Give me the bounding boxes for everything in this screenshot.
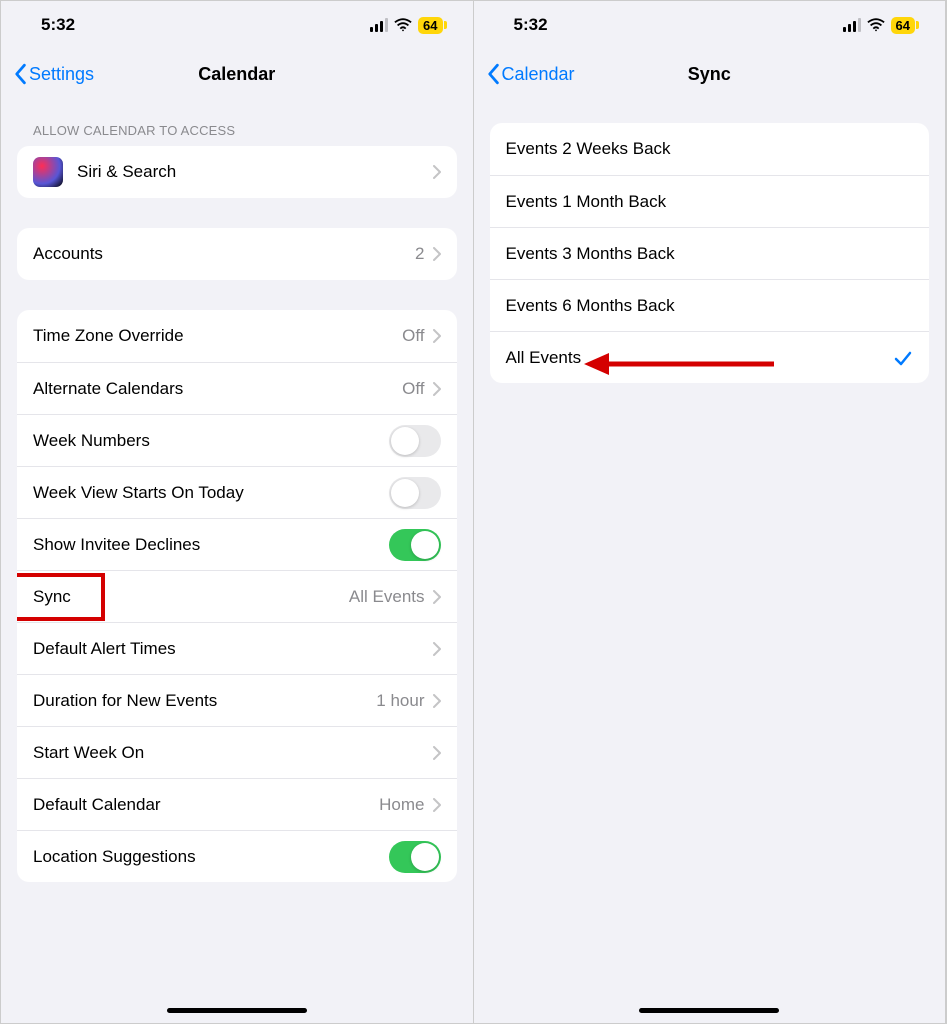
status-icons: 64 bbox=[370, 17, 442, 34]
chevron-right-icon bbox=[433, 165, 441, 179]
siri-search-row[interactable]: Siri & Search bbox=[17, 146, 457, 198]
wifi-icon bbox=[394, 18, 412, 32]
chevron-right-icon bbox=[433, 746, 441, 760]
calendar-options-group: Time Zone Override Off Alternate Calenda… bbox=[17, 310, 457, 882]
cellular-icon bbox=[370, 18, 388, 32]
siri-icon bbox=[33, 157, 63, 187]
back-label: Calendar bbox=[502, 64, 575, 85]
start-week-on-row[interactable]: Start Week On bbox=[17, 726, 457, 778]
sync-content: Events 2 Weeks Back Events 1 Month Back … bbox=[474, 99, 946, 1023]
chevron-right-icon bbox=[433, 382, 441, 396]
duration-new-events-row[interactable]: Duration for New Events 1 hour bbox=[17, 674, 457, 726]
home-indicator[interactable] bbox=[167, 1008, 307, 1013]
back-label: Settings bbox=[29, 64, 94, 85]
battery-icon: 64 bbox=[418, 17, 442, 34]
accounts-label: Accounts bbox=[33, 244, 415, 264]
accounts-value: 2 bbox=[415, 244, 424, 264]
chevron-right-icon bbox=[433, 329, 441, 343]
location-suggestions-row[interactable]: Location Suggestions bbox=[17, 830, 457, 882]
access-group: Siri & Search bbox=[17, 146, 457, 198]
accounts-group: Accounts 2 bbox=[17, 228, 457, 280]
week-view-starts-toggle[interactable] bbox=[389, 477, 441, 509]
access-header: ALLOW CALENDAR TO ACCESS bbox=[17, 99, 457, 146]
back-button[interactable]: Calendar bbox=[486, 63, 575, 85]
sync-settings-screen: 5:32 64 Calendar Sync Events 2 Weeks Bac… bbox=[474, 1, 947, 1023]
checkmark-icon bbox=[893, 348, 913, 368]
status-icons: 64 bbox=[843, 17, 915, 34]
invitee-declines-toggle[interactable] bbox=[389, 529, 441, 561]
cellular-icon bbox=[843, 18, 861, 32]
chevron-right-icon bbox=[433, 694, 441, 708]
status-bar: 5:32 64 bbox=[474, 1, 946, 49]
wifi-icon bbox=[867, 18, 885, 32]
status-time: 5:32 bbox=[514, 15, 548, 35]
sync-option-2weeks[interactable]: Events 2 Weeks Back bbox=[490, 123, 930, 175]
location-suggestions-toggle[interactable] bbox=[389, 841, 441, 873]
timezone-override-row[interactable]: Time Zone Override Off bbox=[17, 310, 457, 362]
sync-row[interactable]: Sync All Events bbox=[17, 570, 457, 622]
sync-option-3months[interactable]: Events 3 Months Back bbox=[490, 227, 930, 279]
week-numbers-row[interactable]: Week Numbers bbox=[17, 414, 457, 466]
week-numbers-toggle[interactable] bbox=[389, 425, 441, 457]
sync-option-all[interactable]: All Events bbox=[490, 331, 930, 383]
battery-icon: 64 bbox=[891, 17, 915, 34]
default-alert-times-row[interactable]: Default Alert Times bbox=[17, 622, 457, 674]
status-bar: 5:32 64 bbox=[1, 1, 473, 49]
chevron-right-icon bbox=[433, 247, 441, 261]
back-button[interactable]: Settings bbox=[13, 63, 94, 85]
show-invitee-declines-row[interactable]: Show Invitee Declines bbox=[17, 518, 457, 570]
chevron-right-icon bbox=[433, 642, 441, 656]
accounts-row[interactable]: Accounts 2 bbox=[17, 228, 457, 280]
sync-options-group: Events 2 Weeks Back Events 1 Month Back … bbox=[490, 123, 930, 383]
status-time: 5:32 bbox=[41, 15, 75, 35]
settings-content: ALLOW CALENDAR TO ACCESS Siri & Search A… bbox=[1, 99, 473, 1023]
nav-bar: Settings Calendar bbox=[1, 49, 473, 99]
alternate-calendars-row[interactable]: Alternate Calendars Off bbox=[17, 362, 457, 414]
default-calendar-row[interactable]: Default Calendar Home bbox=[17, 778, 457, 830]
home-indicator[interactable] bbox=[639, 1008, 779, 1013]
sync-option-1month[interactable]: Events 1 Month Back bbox=[490, 175, 930, 227]
chevron-right-icon bbox=[433, 798, 441, 812]
calendar-settings-screen: 5:32 64 Settings Calendar ALLOW CALENDAR… bbox=[1, 1, 474, 1023]
chevron-right-icon bbox=[433, 590, 441, 604]
sync-option-6months[interactable]: Events 6 Months Back bbox=[490, 279, 930, 331]
siri-label: Siri & Search bbox=[77, 162, 433, 182]
week-view-starts-row[interactable]: Week View Starts On Today bbox=[17, 466, 457, 518]
nav-bar: Calendar Sync bbox=[474, 49, 946, 99]
